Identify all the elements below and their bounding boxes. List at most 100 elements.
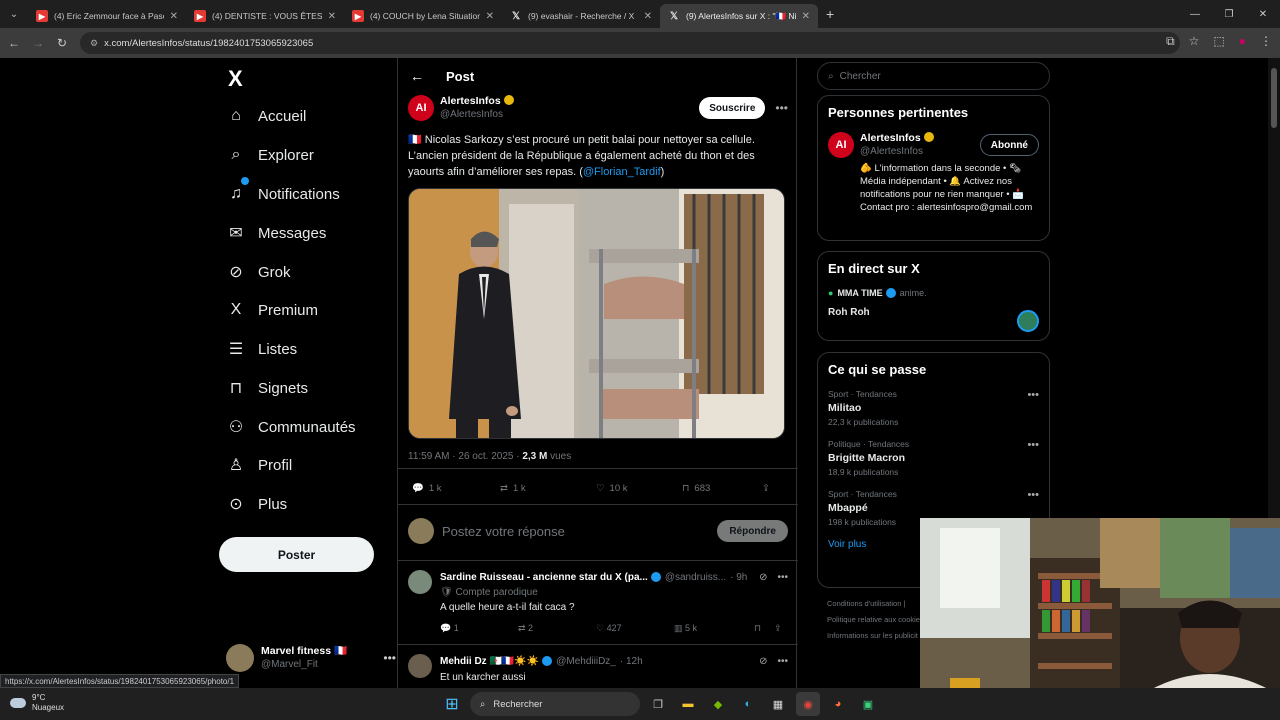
windows-start-icon[interactable]: ⊞ bbox=[440, 692, 464, 716]
nav-grok[interactable]: ⊘ Grok bbox=[226, 257, 290, 287]
close-tab-icon[interactable]: ✕ bbox=[328, 11, 336, 22]
author-handle[interactable]: @AlertesInfos bbox=[440, 108, 514, 121]
restore-icon[interactable]: ❐ bbox=[1212, 9, 1246, 20]
relevant-handle[interactable]: @AlertesInfos bbox=[860, 145, 934, 158]
bookmark-icon[interactable]: ⊓ bbox=[754, 623, 774, 634]
nav-more[interactable]: ⊙ Plus bbox=[226, 489, 287, 519]
nav-profile[interactable]: ♙ Profil bbox=[226, 450, 292, 480]
file-explorer-icon[interactable]: ▬ bbox=[676, 692, 700, 716]
live-avatar[interactable] bbox=[1017, 310, 1039, 332]
close-tab-icon[interactable]: ✕ bbox=[486, 11, 494, 22]
close-tab-icon[interactable]: ✕ bbox=[170, 11, 178, 22]
reload-icon[interactable]: ↻ bbox=[50, 36, 74, 50]
nav-lists[interactable]: ☰ Listes bbox=[226, 334, 297, 364]
live-title[interactable]: Roh Roh bbox=[828, 307, 1049, 318]
store-icon[interactable]: ▦ bbox=[766, 692, 790, 716]
reply-action[interactable]: 💬 1 bbox=[440, 623, 518, 634]
more-dots-icon[interactable]: ••• bbox=[1027, 389, 1039, 401]
menu-icon[interactable]: ⋮ bbox=[1260, 34, 1272, 49]
extensions-icon[interactable]: ⬚ bbox=[1213, 34, 1224, 49]
nav-explore[interactable]: ⌕ Explorer bbox=[226, 140, 314, 170]
more-dots-icon[interactable]: ••• bbox=[383, 651, 396, 665]
comment-author-name[interactable]: Mehdii Dz 🇩🇿🇫🇷☀️☀️ bbox=[440, 656, 539, 667]
more-dots-icon[interactable]: ••• bbox=[777, 572, 788, 583]
back-arrow-icon[interactable]: ← bbox=[410, 68, 424, 84]
grok-icon[interactable]: ⊘ bbox=[759, 656, 767, 667]
browser-tab-4[interactable]: 𝕏 (9) evashair - Recherche / X ✕ bbox=[502, 4, 660, 28]
close-tab-icon[interactable]: ✕ bbox=[802, 11, 810, 22]
back-icon[interactable]: ← bbox=[2, 36, 26, 50]
post-button[interactable]: Poster bbox=[219, 537, 374, 572]
nav-bookmarks[interactable]: ⊓ Signets bbox=[226, 373, 308, 403]
post-timestamp[interactable]: 11:59 AM · 26 oct. 2025 · bbox=[408, 451, 522, 462]
url-field[interactable]: ⚙ x.com/AlertesInfos/status/198240175306… bbox=[80, 32, 1180, 54]
like-action[interactable]: ♡ 427 bbox=[596, 623, 674, 634]
nav-messages[interactable]: ✉ Messages bbox=[226, 218, 326, 248]
firefox-icon[interactable]: ◕ bbox=[826, 692, 850, 716]
list-item[interactable]: Mehdii Dz 🇩🇿🇫🇷☀️☀️ @MehdiiiDz_ · 12h ⊘ ••… bbox=[408, 654, 788, 683]
live-host-row[interactable]: ● MMA TIME anime. bbox=[828, 288, 1049, 298]
like-action[interactable]: ♡ 10 k bbox=[596, 483, 682, 494]
site-info-icon[interactable]: ⚙ bbox=[90, 38, 98, 49]
comment-handle[interactable]: @MehdiiiDz_ bbox=[556, 656, 616, 667]
scrollbar-thumb[interactable] bbox=[1271, 68, 1277, 128]
bookmark-action[interactable]: ⊓ 683 bbox=[682, 483, 762, 494]
list-item[interactable]: Sardine Ruisseau - ancienne star du X (p… bbox=[408, 570, 788, 634]
star-icon[interactable]: ☆ bbox=[1189, 34, 1200, 49]
footer-link[interactable]: Politique relative aux cookie bbox=[827, 612, 920, 628]
trend-item[interactable]: Sport · Tendances Militao 22,3 k publica… bbox=[828, 389, 1049, 427]
footer-link[interactable]: Conditions d'utilisation | bbox=[827, 596, 920, 612]
nav-home[interactable]: ⌂ Accueil bbox=[226, 101, 306, 131]
weather-widget[interactable]: 9°C Nuageux bbox=[10, 693, 64, 713]
author-avatar[interactable]: AI bbox=[408, 95, 434, 121]
browser-tab-1[interactable]: ▶ (4) Eric Zemmour face à Pascal ✕ bbox=[28, 4, 186, 28]
browser-tab-3[interactable]: ▶ (4) COUCH by Lena Situations ✕ bbox=[344, 4, 502, 28]
trend-item[interactable]: Politique · Tendances Brigitte Macron 18… bbox=[828, 439, 1049, 477]
repost-action[interactable]: ⇄ 2 bbox=[518, 623, 596, 634]
reply-action[interactable]: 💬 1 k bbox=[412, 483, 500, 494]
profile-icon[interactable]: ● bbox=[1239, 34, 1246, 49]
subscribe-button[interactable]: Souscrire bbox=[699, 97, 766, 119]
more-dots-icon[interactable]: ••• bbox=[1027, 489, 1039, 501]
forward-icon[interactable]: → bbox=[26, 36, 50, 50]
browser-tab-5-active[interactable]: 𝕏 (9) AlertesInfos sur X : "🇫🇷 Nicol ✕ bbox=[660, 4, 818, 28]
comment-time[interactable]: · 12h bbox=[620, 656, 643, 667]
reply-input[interactable]: Postez votre réponse bbox=[442, 524, 565, 539]
author-name[interactable]: AlertesInfos bbox=[440, 95, 501, 107]
relevant-name[interactable]: AlertesInfos bbox=[860, 132, 921, 144]
more-dots-icon[interactable]: ••• bbox=[1027, 439, 1039, 451]
author-avatar[interactable]: AI bbox=[828, 132, 854, 158]
post-photo[interactable] bbox=[408, 188, 785, 439]
following-button[interactable]: Abonné bbox=[979, 134, 1039, 156]
taskbar-search[interactable]: ⌕ Rechercher bbox=[470, 692, 640, 716]
reply-button[interactable]: Répondre bbox=[717, 520, 788, 542]
browser-tab-2[interactable]: ▶ (4) DENTISTE : VOUS ÊTES SALE ✕ bbox=[186, 4, 344, 28]
nav-communities[interactable]: ⚇ Communautés bbox=[226, 412, 356, 442]
nvidia-icon[interactable]: ◆ bbox=[706, 692, 730, 716]
comment-author-name[interactable]: Sardine Ruisseau - ancienne star du X (p… bbox=[440, 572, 648, 583]
share-action[interactable]: ⇪ bbox=[762, 483, 770, 494]
views-action[interactable]: ▥ 5 k bbox=[674, 623, 754, 634]
install-icon[interactable]: ⧉ bbox=[1166, 34, 1175, 49]
mention-link[interactable]: @Florian_Tardif bbox=[583, 166, 661, 178]
more-dots-icon[interactable]: ••• bbox=[775, 101, 788, 115]
comment-handle[interactable]: @sandruiss... bbox=[665, 572, 726, 583]
nav-premium[interactable]: X Premium bbox=[226, 295, 318, 325]
footer-link[interactable]: Informations sur les publicit bbox=[827, 628, 920, 644]
game-app-icon[interactable]: ▣ bbox=[856, 692, 880, 716]
search-input[interactable]: ⌕ Chercher bbox=[817, 62, 1050, 90]
tab-search-chevron-icon[interactable]: ⌄ bbox=[0, 0, 28, 28]
close-window-icon[interactable]: ✕ bbox=[1246, 9, 1280, 20]
edge-icon[interactable]: ◐ bbox=[736, 692, 760, 716]
new-tab-icon[interactable]: + bbox=[826, 6, 834, 22]
grok-icon[interactable]: ⊘ bbox=[759, 572, 767, 583]
chrome-icon[interactable]: ◉ bbox=[796, 692, 820, 716]
account-switcher[interactable]: Marvel fitness 🇫🇷 @Marvel_Fit ••• bbox=[226, 643, 396, 673]
minimize-icon[interactable]: — bbox=[1178, 9, 1212, 20]
close-tab-icon[interactable]: ✕ bbox=[644, 11, 652, 22]
x-logo-icon[interactable]: X bbox=[228, 66, 243, 92]
share-icon[interactable]: ⇪ bbox=[774, 623, 782, 634]
more-dots-icon[interactable]: ••• bbox=[777, 656, 788, 667]
repost-action[interactable]: ⇄ 1 k bbox=[500, 483, 596, 494]
nav-notifications[interactable]: ♫ Notifications bbox=[226, 177, 340, 209]
